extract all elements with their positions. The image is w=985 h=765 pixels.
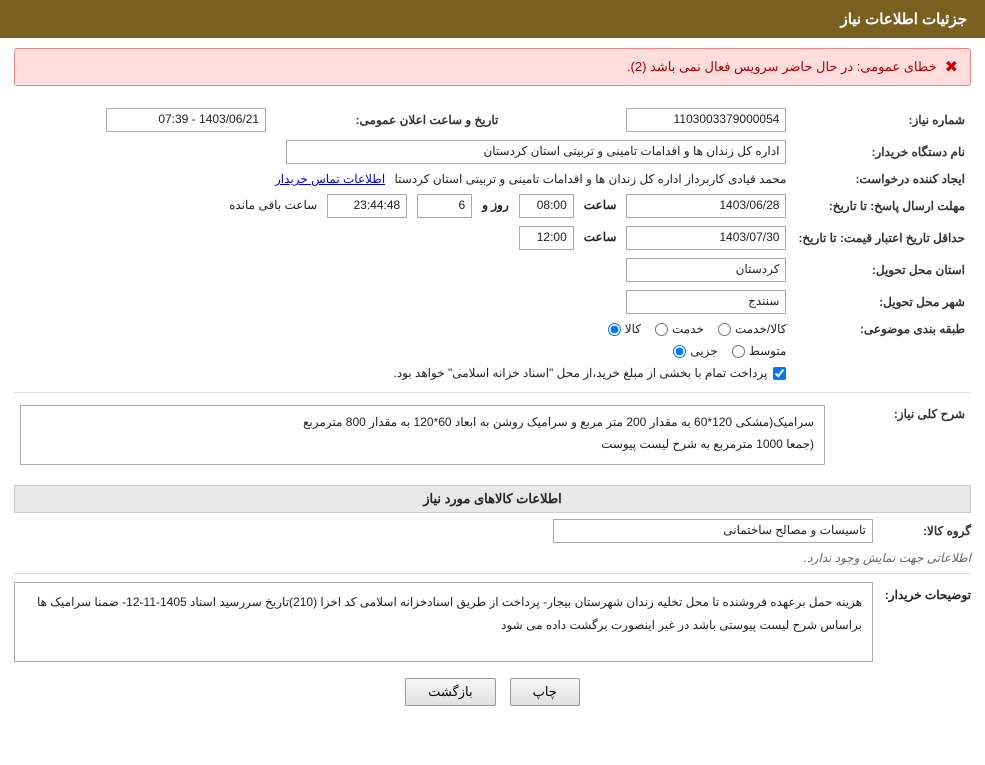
farayand-jozii-item: جزیی <box>673 344 717 358</box>
shahr-value: سنندج <box>626 290 786 314</box>
tabaqe-kala-item: کالا <box>608 322 641 336</box>
tabaqe-khedmat-item: خدمت <box>655 322 704 336</box>
bazgasht-button[interactable]: بازگشت <box>405 678 495 706</box>
ijad-cell: محمد قیادی کاربرداز اداره کل زندان ها و … <box>14 168 792 190</box>
page-wrapper: جزئیات اطلاعات نیاز ✖ خطای عمومی: در حال… <box>0 0 985 765</box>
farayand-radio-group: جزیی متوسط <box>673 344 786 358</box>
farayand-jozii-radio[interactable] <box>673 345 686 358</box>
goroh-value: تاسیسات و مصالح ساختمانی <box>553 519 873 543</box>
farayand-mota-label: متوسط <box>749 344 787 358</box>
tabaqe-kalakhedmat-radio[interactable] <box>718 323 731 336</box>
goroh-row: گروه کالا: تاسیسات و مصالح ساختمانی <box>14 519 971 543</box>
checkbox-spacer <box>792 362 971 384</box>
tarikh-label: تاریخ و ساعت اعلان عمومی: <box>272 104 504 136</box>
tabaqe-cell: کالا خدمت کالا/خدمت <box>14 318 792 340</box>
shomare-niaz-cell: 1103003379000054 <box>534 104 792 136</box>
error-banner: ✖ خطای عمومی: در حال حاضر سرویس فعال نمی… <box>14 48 971 86</box>
tabaqe-kala-radio[interactable] <box>608 323 621 336</box>
sherh-cell: سرامیک(مشکی 120*60 به مقدار 200 متر مربع… <box>14 401 831 477</box>
shomare-niaz-value: 1103003379000054 <box>626 108 786 132</box>
tarikh-value: 1403/06/21 - 07:39 <box>106 108 266 132</box>
hadaghal-date: 1403/07/30 <box>626 226 786 250</box>
tabaqe-label: طبقه بندی موضوعی: <box>792 318 971 340</box>
hadaghal-label: حداقل تاریخ اعتبار قیمت: تا تاریخ: <box>792 222 971 254</box>
ostan-value: کردستان <box>626 258 786 282</box>
button-row: چاپ بازگشت <box>14 678 971 706</box>
sherh-box: سرامیک(مشکی 120*60 به مقدار 200 متر مربع… <box>20 405 825 465</box>
farayand-mota-radio[interactable] <box>732 345 745 358</box>
mohlat-saat: 08:00 <box>519 194 574 218</box>
sherh-label: شرح کلی نیاز: <box>831 401 971 477</box>
no-info: اطلاعاتی جهت نمایش وجود ندارد. <box>14 551 971 565</box>
main-content: شماره نیاز: 1103003379000054 تاریخ و ساع… <box>0 96 985 726</box>
tawzih-row: توضیحات خریدار: هزینه حمل برعهده فروشنده… <box>14 582 971 662</box>
roz-label: روز و <box>482 198 509 212</box>
nam-dastgah-value: اداره کل زندان ها و اقدامات تامینی و ترب… <box>286 140 786 164</box>
mohlat-label: مهلت ارسال پاسخ: تا تاریخ: <box>792 190 971 222</box>
top-info-table: شماره نیاز: 1103003379000054 تاریخ و ساع… <box>14 104 971 384</box>
mohlat-roz: 6 <box>417 194 472 218</box>
separator-1 <box>14 392 971 393</box>
nam-dastgah-label: نام دستگاه خریدار: <box>792 136 971 168</box>
mohlat-cell: 1403/06/28 ساعت 08:00 روز و 6 23:44:48 س… <box>14 190 792 222</box>
hadaghal-saat: 12:00 <box>519 226 574 250</box>
ijad-label: ایجاد کننده درخواست: <box>792 168 971 190</box>
tawzih-label: توضیحات خریدار: <box>881 582 971 602</box>
separator-2 <box>14 573 971 574</box>
ostan-cell: کردستان <box>14 254 792 286</box>
tabaqe-radio-group: کالا خدمت کالا/خدمت <box>608 322 787 336</box>
hadaghal-saat-label: ساعت <box>584 230 617 244</box>
tabaqe-kalakhedmat-label: کالا/خدمت <box>735 322 786 336</box>
shahr-label: شهر محل تحویل: <box>792 286 971 318</box>
ittela-link[interactable]: اطلاعات تماس خریدار <box>275 172 385 186</box>
checkbox-label: پرداخت تمام با بخشی از مبلغ خرید،از محل … <box>394 366 768 380</box>
goroh-label: گروه کالا: <box>881 524 971 538</box>
page-title: جزئیات اطلاعات نیاز <box>841 11 968 28</box>
error-message: خطای عمومی: در حال حاضر سرویس فعال نمی ب… <box>627 59 937 75</box>
shomare-niaz-label: شماره نیاز: <box>792 104 971 136</box>
farayand-cell: جزیی متوسط <box>14 340 792 362</box>
shahr-cell: سنندج <box>14 286 792 318</box>
sherh-table: شرح کلی نیاز: سرامیک(مشکی 120*60 به مقدا… <box>14 401 971 477</box>
khazan-checkbox[interactable] <box>773 367 786 380</box>
saat-label: ساعت <box>584 198 617 212</box>
sherh-line2: (جمعا 1000 مترمربع به شرح لیست پیوست <box>601 437 814 451</box>
chap-button[interactable]: چاپ <box>510 678 580 706</box>
tawzih-value: هزینه حمل برعهده فروشنده تا محل تخلیه زن… <box>37 595 862 632</box>
tawzih-box: هزینه حمل برعهده فروشنده تا محل تخلیه زن… <box>14 582 873 662</box>
hadaghal-cell: 1403/07/30 ساعت 12:00 <box>14 222 792 254</box>
checkbox-cell: پرداخت تمام با بخشی از مبلغ خرید،از محل … <box>14 362 792 384</box>
ostan-label: استان محل تحویل: <box>792 254 971 286</box>
error-icon: ✖ <box>945 57 958 77</box>
nam-dastgah-cell: اداره کل زندان ها و اقدامات تامینی و ترب… <box>14 136 792 168</box>
farayand-label <box>792 340 971 362</box>
farayand-jozii-label: جزیی <box>690 344 717 358</box>
mohlat-date: 1403/06/28 <box>626 194 786 218</box>
mohlat-remaining: 23:44:48 <box>327 194 407 218</box>
kala-section-header: اطلاعات کالاهای مورد نیاز <box>14 485 971 513</box>
tabaqe-khedmat-label: خدمت <box>672 322 704 336</box>
page-header: جزئیات اطلاعات نیاز <box>0 0 985 38</box>
tabaqe-khedmat-radio[interactable] <box>655 323 668 336</box>
sherh-line1: سرامیک(مشکی 120*60 به مقدار 200 متر مربع… <box>303 415 814 429</box>
farayand-mota-item: متوسط <box>732 344 787 358</box>
tabaqe-kalakhedmat-item: کالا/خدمت <box>718 322 786 336</box>
mohlat-remaining-label: ساعت باقی مانده <box>229 198 317 212</box>
tarikh-cell: 1403/06/21 - 07:39 <box>14 104 272 136</box>
checkbox-row: پرداخت تمام با بخشی از مبلغ خرید،از محل … <box>20 366 786 380</box>
ijad-value: محمد قیادی کاربرداز اداره کل زندان ها و … <box>395 172 787 186</box>
tabaqe-kala-label: کالا <box>625 322 641 336</box>
